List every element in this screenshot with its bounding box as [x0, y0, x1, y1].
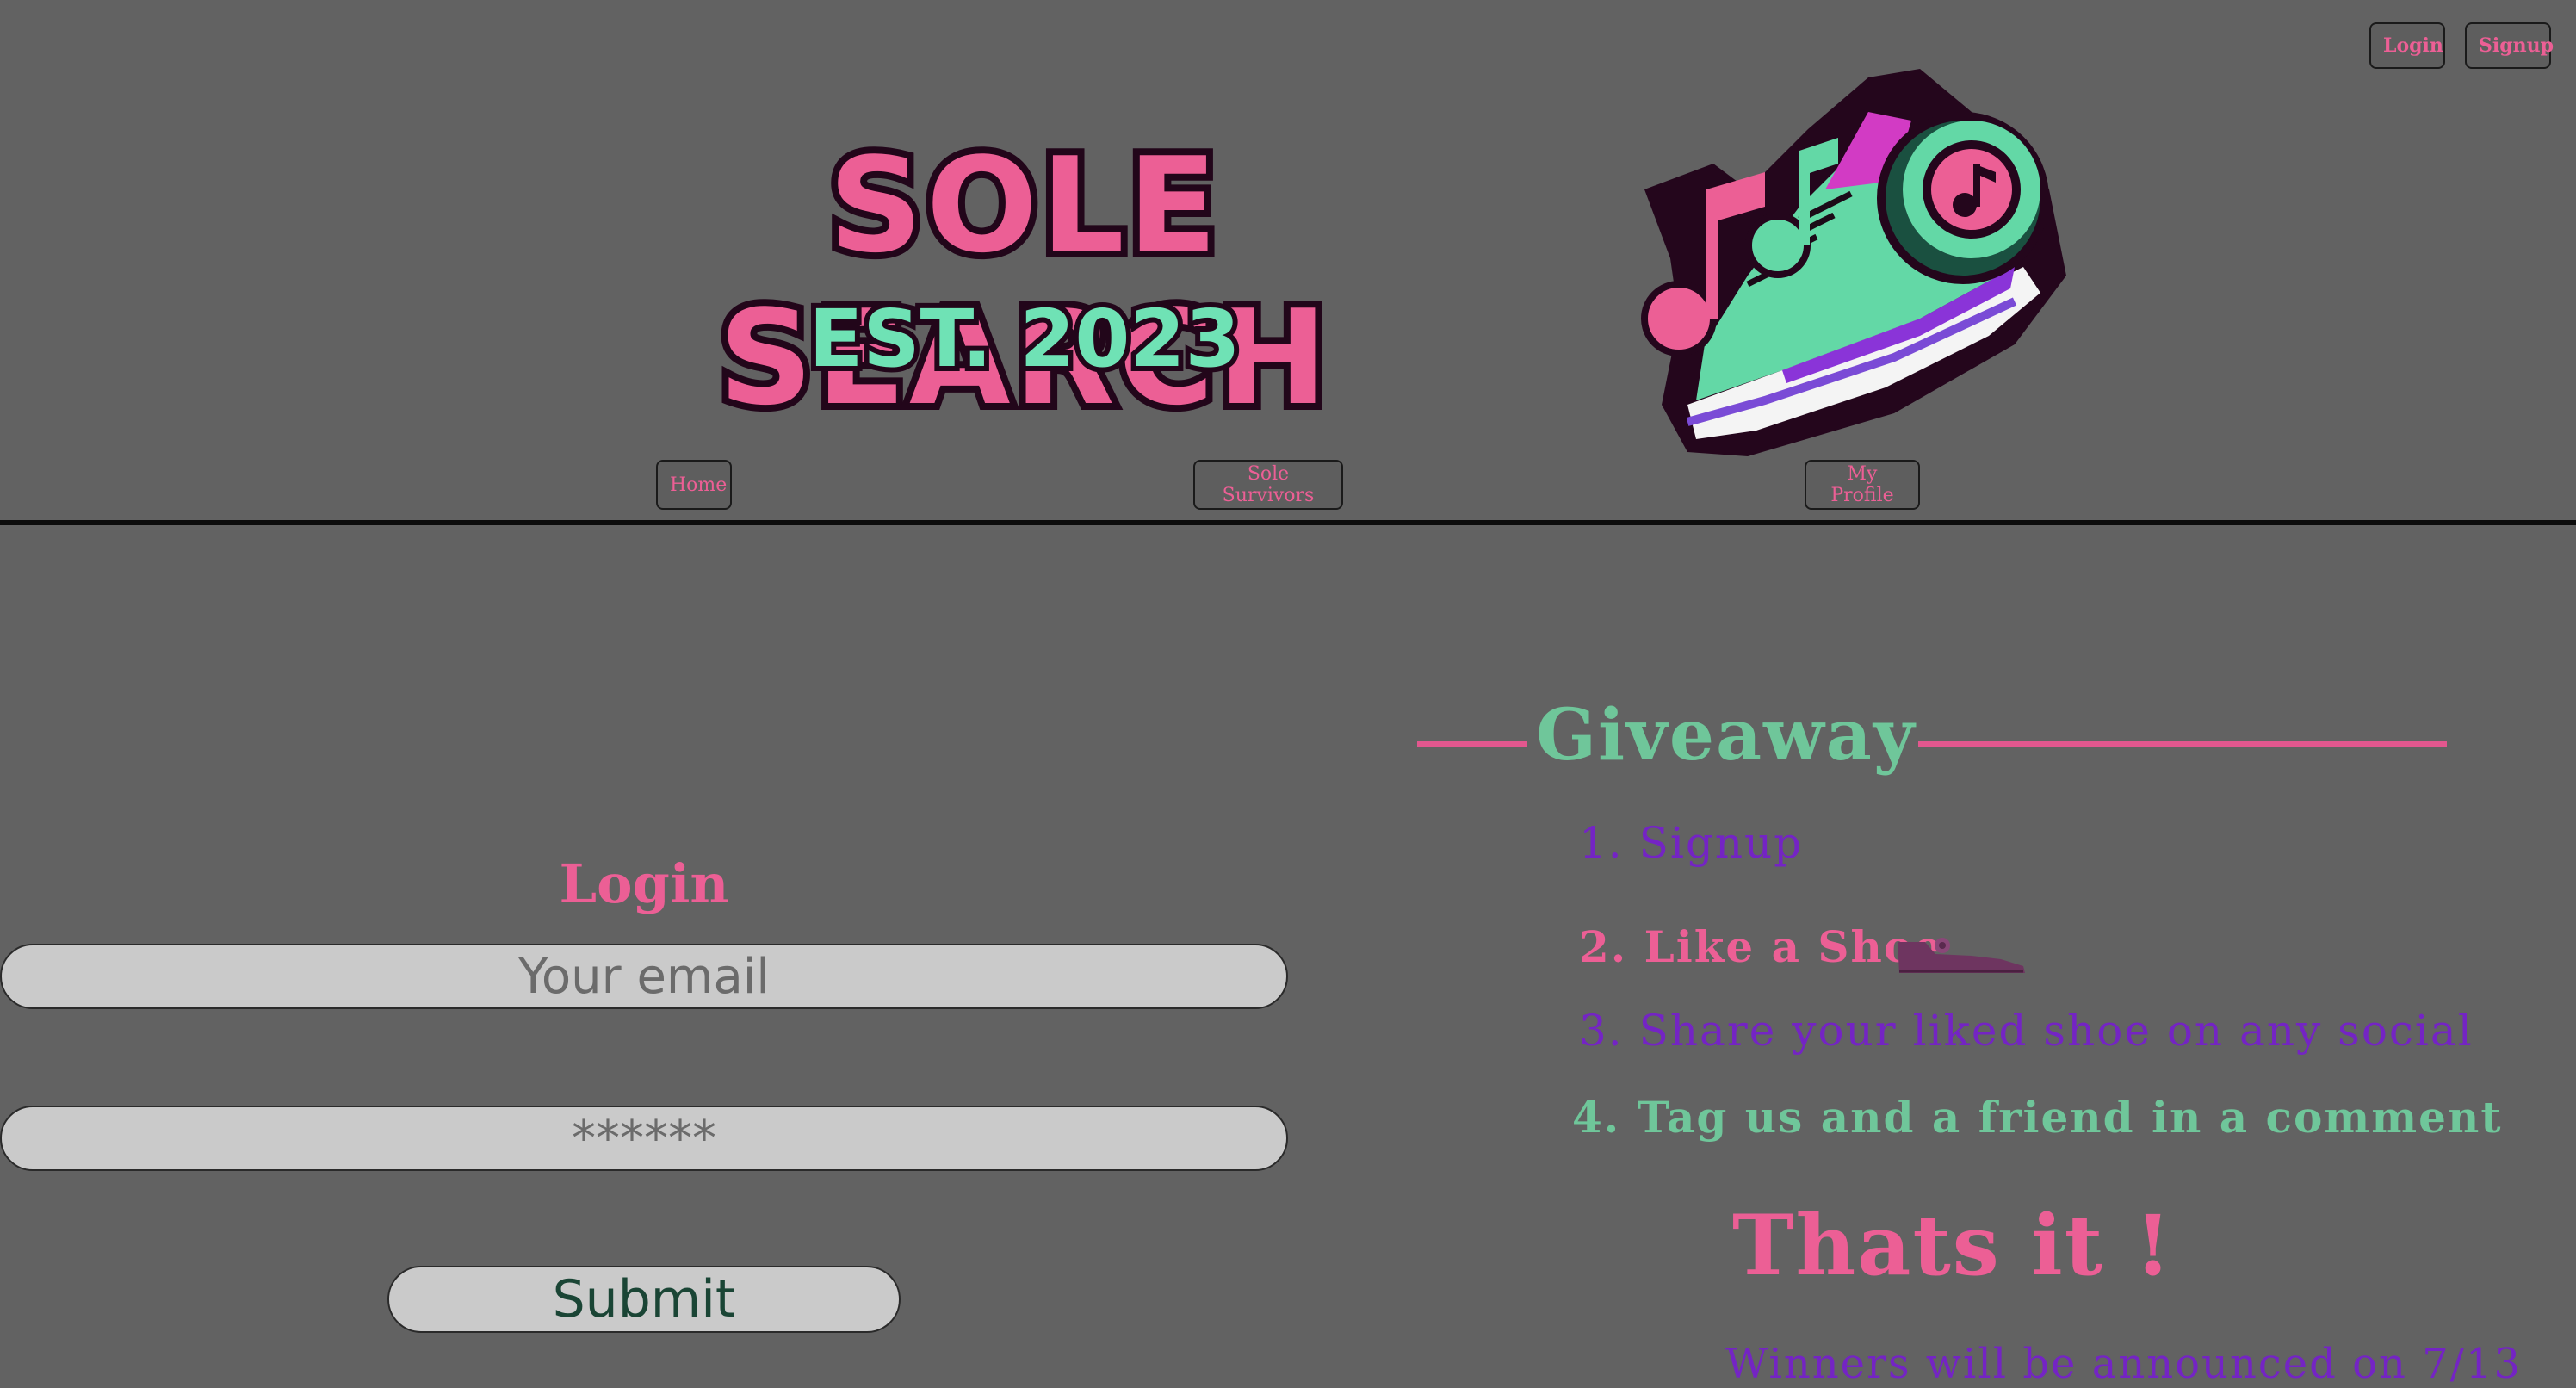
logo-title: SOLE SEARCH	[712, 122, 1334, 441]
giveaway-step-2: 2. Like a Shoe	[1579, 921, 1944, 972]
giveaway-divider-right	[1918, 741, 2447, 747]
signup-button[interactable]: Signup	[2465, 22, 2554, 69]
giveaway-step-1: 1. Signup	[1579, 818, 1804, 868]
nav-home-button[interactable]: Home	[656, 460, 732, 510]
sneaker-logo-icon	[1641, 69, 2066, 456]
email-field[interactable]	[0, 944, 1288, 1009]
giveaway-step-4: 4. Tag us and a friend in a comment	[1572, 1092, 2503, 1143]
winners-announcement: Winners will be announced on 7/13	[1725, 1340, 2523, 1388]
giveaway-divider-left	[1417, 741, 1527, 747]
password-field[interactable]	[0, 1106, 1288, 1171]
submit-button[interactable]: Submit	[387, 1266, 901, 1333]
nav-my-profile-button[interactable]: My Profile	[1805, 460, 1920, 510]
shoe-icon	[1898, 938, 2025, 973]
login-button[interactable]: Login	[2369, 22, 2445, 69]
giveaway-closing: Thats it !	[1732, 1197, 2173, 1294]
giveaway-step-3: 3. Share your liked shoe on any social	[1579, 1006, 2474, 1056]
giveaway-title: Giveaway	[1536, 694, 1917, 777]
login-title: Login	[559, 852, 729, 915]
nav-sole-survivors-button[interactable]: Sole Survivors	[1193, 460, 1343, 510]
header-divider	[0, 520, 2576, 525]
logo-subtitle: EST. 2023	[804, 288, 1246, 390]
